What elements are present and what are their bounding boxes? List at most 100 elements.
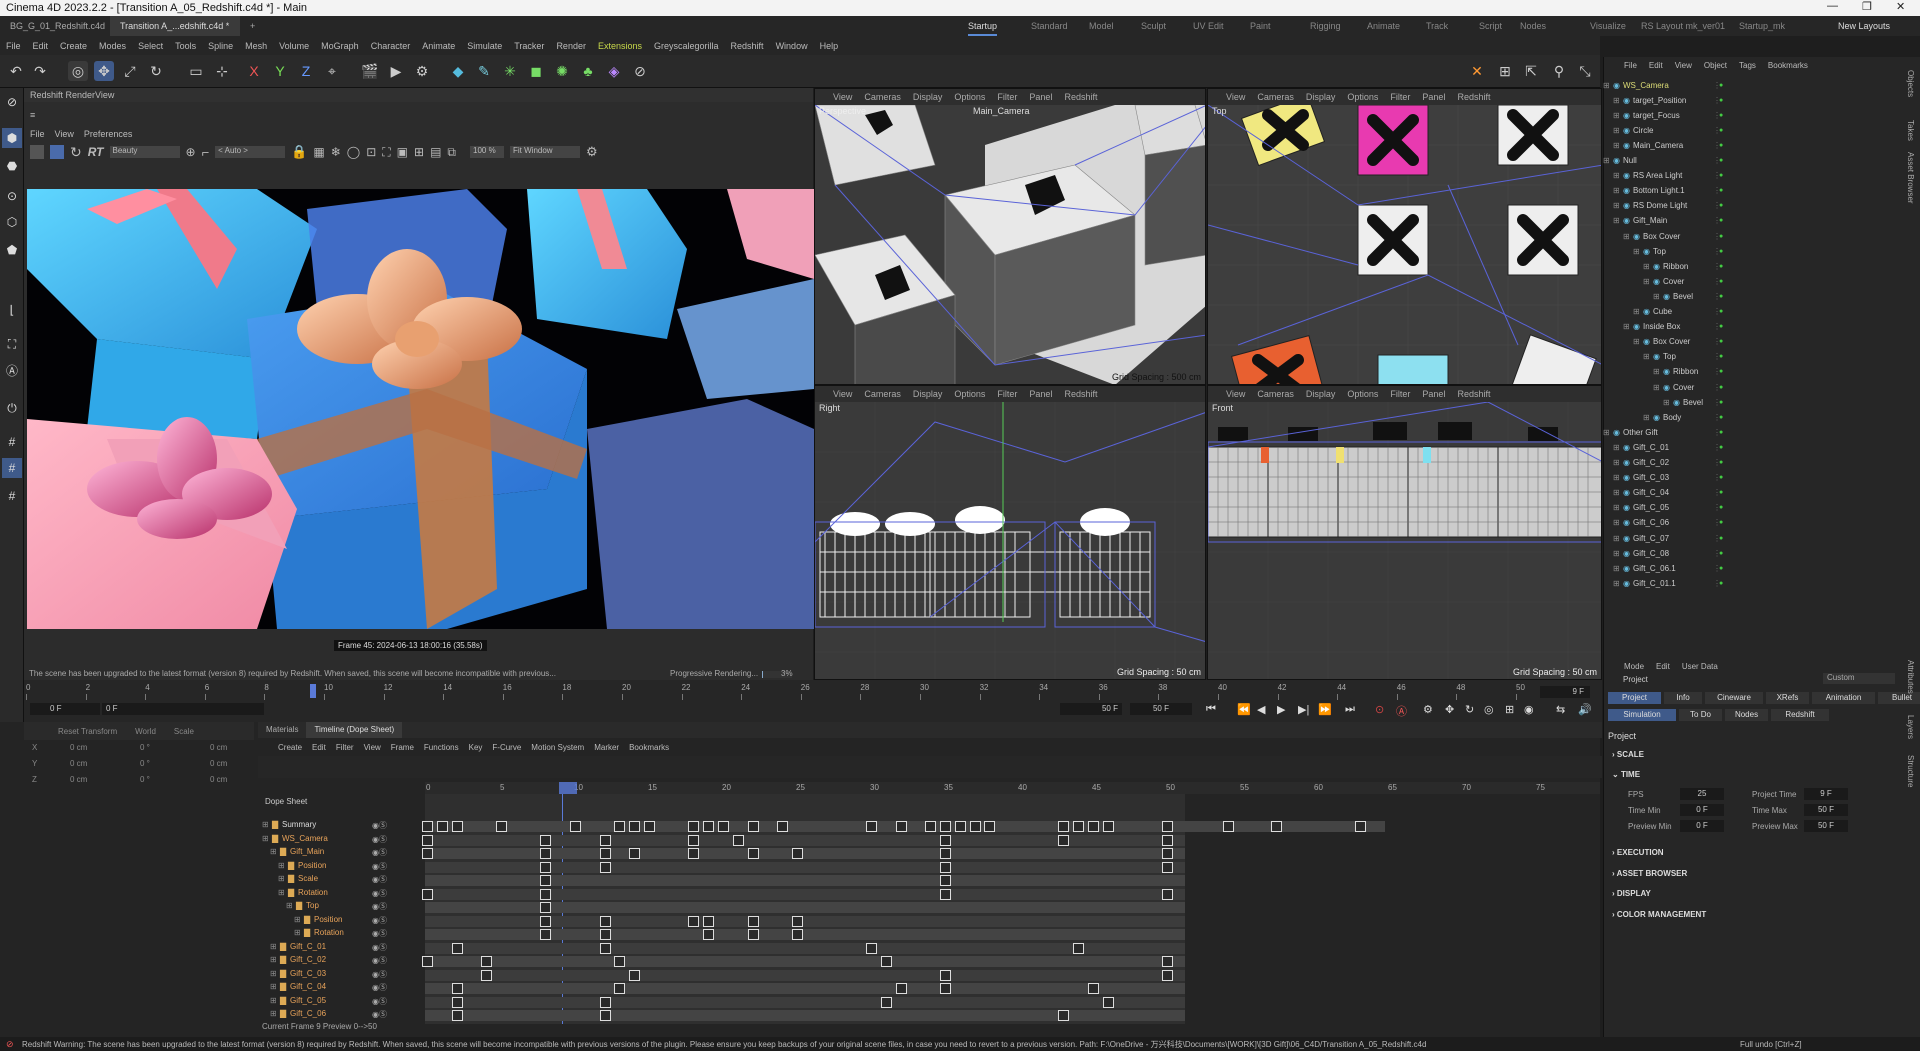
track-visibility-icon[interactable]: ◉Ⓢ (372, 996, 387, 1007)
coord-field[interactable]: 0 ° (140, 775, 150, 784)
viewport-menu-view[interactable]: View (1226, 92, 1245, 102)
om-menu-file[interactable]: File (1624, 61, 1637, 70)
layout-tab-1[interactable]: Standard (1031, 16, 1068, 36)
menu-file[interactable]: File (0, 41, 27, 51)
menu-spline[interactable]: Spline (202, 41, 239, 51)
rv-settings-icon[interactable]: ⚙ (586, 144, 598, 160)
coord-field[interactable]: 0 cm (210, 759, 227, 768)
track-expand-icon[interactable]: ⊞ (262, 820, 269, 829)
keyframe[interactable] (451, 942, 463, 954)
keyframe[interactable] (599, 915, 611, 927)
sound-icon[interactable]: 🔊 (1578, 703, 1592, 716)
track-visibility-icon[interactable]: ◉Ⓢ (372, 861, 387, 872)
object-row[interactable]: ⊞ ◉ Cover ⋮ ● (1603, 274, 1920, 288)
reset-transform-button[interactable]: Reset Transform (58, 727, 117, 736)
visibility-dots-icon[interactable]: ● (1719, 338, 1723, 345)
dopesheet-track[interactable]: ⊞ ▇ Gift_C_05 ◉Ⓢ (262, 996, 1185, 1009)
layout-tab-10[interactable]: Nodes (1520, 16, 1546, 36)
dopesheet-track[interactable]: ⊞ ▇ Rotation ◉Ⓢ (262, 888, 1185, 901)
visibility-dots-icon[interactable]: ● (1719, 489, 1723, 496)
viewport-right[interactable]: View Cameras Display Options Filter Panel Reds… (814, 385, 1206, 680)
track-visibility-icon[interactable]: ◉Ⓢ (372, 942, 387, 953)
keyframe[interactable] (629, 969, 641, 981)
object-row[interactable]: ⊞ ◉ RS Area Light ⋮ ● (1603, 169, 1920, 183)
expand-toggle-icon[interactable]: ⊞ (1613, 141, 1620, 150)
keyframe[interactable] (732, 834, 744, 846)
om-menu-bookmarks[interactable]: Bookmarks (1768, 61, 1808, 70)
ds-menu-create[interactable]: Create (278, 743, 302, 752)
visibility-dots-icon[interactable]: ● (1719, 565, 1723, 572)
keyframe[interactable] (599, 1010, 611, 1021)
track-expand-icon[interactable]: ⊞ (270, 847, 277, 856)
coord-field[interactable]: 0 ° (140, 759, 150, 768)
object-row[interactable]: ⊞ ◉ Gift_C_06.1 ⋮ ● (1603, 561, 1920, 575)
visibility-dots-icon[interactable]: ● (1719, 444, 1723, 451)
expand-toggle-icon[interactable]: ⊞ (1603, 156, 1610, 165)
keyframe[interactable] (895, 983, 907, 994)
motion-icon[interactable]: ◉ (1524, 703, 1534, 716)
rv-crop-icon[interactable]: ⌐ (202, 145, 210, 160)
attr-section[interactable]: › SCALE (1612, 750, 1644, 759)
viewport-menu-filter[interactable]: Filter (997, 92, 1017, 102)
object-row[interactable]: ⊞ ◉ Gift_C_02 ⋮ ● (1603, 456, 1920, 470)
side-tab[interactable]: Takes (1906, 120, 1915, 141)
keyframe[interactable] (422, 848, 433, 859)
dopesheet-track[interactable]: ⊞ ▇ Gift_C_02 ◉Ⓢ (262, 955, 1185, 968)
visibility-dots-icon[interactable]: ● (1719, 399, 1723, 406)
keyframe[interactable] (629, 848, 641, 859)
expand-toggle-icon[interactable]: ⊞ (1613, 564, 1620, 573)
side-tab[interactable]: Attributes (1906, 660, 1915, 694)
move-key-icon[interactable]: ✥ (1445, 703, 1454, 716)
keyframe[interactable] (688, 834, 700, 846)
attr-menu-user-data[interactable]: User Data (1682, 662, 1718, 671)
keyframe[interactable] (747, 848, 759, 859)
track-expand-icon[interactable]: ⊞ (278, 888, 285, 897)
visibility-dots-icon[interactable]: ● (1719, 384, 1723, 391)
menu-window[interactable]: Window (770, 41, 814, 51)
viewport-menu-display[interactable]: Display (1306, 92, 1336, 102)
rv-sphere-icon[interactable]: ◯ (347, 145, 360, 159)
layout-tab-11[interactable]: Visualize (1590, 16, 1626, 36)
object-row[interactable]: ⊞ ◉ Cube ⋮ ● (1603, 305, 1920, 319)
keyframe[interactable] (1102, 821, 1114, 832)
dopesheet-track[interactable]: ⊞ ▇ Summary ◉Ⓢ (262, 820, 1385, 833)
fps-field[interactable]: 25 (1680, 788, 1724, 800)
expand-toggle-icon[interactable]: ⊞ (1613, 518, 1620, 527)
dopesheet-track[interactable]: ⊞ ▇ Gift_C_06 ◉Ⓢ (262, 1009, 1185, 1022)
menu-tools[interactable]: Tools (169, 41, 202, 51)
keyframe[interactable] (703, 929, 715, 940)
coord-world-select[interactable]: World (135, 727, 156, 736)
expand-toggle-icon[interactable]: ⊞ (1613, 443, 1620, 452)
viewport-menu-display[interactable]: Display (913, 389, 943, 399)
param-key-icon[interactable]: ◎ (1484, 703, 1494, 716)
keyframe[interactable] (925, 821, 937, 832)
viewport-perspective[interactable]: View Cameras Display Options Filter Panel Reds… (814, 88, 1206, 385)
attr-tab-animation[interactable]: Animation (1812, 692, 1875, 704)
attr-subtab-redshift[interactable]: Redshift (1771, 709, 1829, 721)
model-mode-icon[interactable]: ⬢ (2, 128, 22, 148)
move-icon[interactable]: ✥ (94, 61, 114, 81)
keyframe[interactable] (984, 821, 996, 832)
attr-tab-info[interactable]: Info (1664, 692, 1702, 704)
expand-toggle-icon[interactable]: ⊞ (1643, 413, 1650, 422)
viewport-menu-cameras[interactable]: Cameras (864, 389, 901, 399)
snap-settings-icon[interactable]: ✕ (1467, 61, 1487, 81)
object-row[interactable]: ⊞ ◉ Bevel ⋮ ● (1603, 395, 1920, 409)
minimize-icon[interactable]: — (1827, 0, 1838, 12)
locked-workplane-icon[interactable]: # (2, 486, 22, 506)
layout-tab-8[interactable]: Track (1426, 16, 1448, 36)
edges-mode-icon[interactable]: ⬡ (2, 212, 22, 232)
expand-toggle-icon[interactable]: ⊞ (1663, 398, 1670, 407)
keyframe[interactable] (703, 915, 715, 927)
side-tab[interactable]: Asset Browser (1906, 152, 1915, 204)
rv-grid-icon[interactable]: ▦ (313, 145, 324, 159)
visibility-dots-icon[interactable]: ● (1719, 519, 1723, 526)
keyframe[interactable] (599, 834, 611, 846)
keyframe[interactable] (880, 996, 892, 1008)
expand-toggle-icon[interactable]: ⊞ (1613, 503, 1620, 512)
expand-toggle-icon[interactable]: ⊞ (1633, 307, 1640, 316)
visibility-dots-icon[interactable]: ● (1719, 202, 1723, 209)
dopesheet-track[interactable]: ⊞ ▇ Rotation ◉Ⓢ (262, 928, 1185, 941)
keyframe[interactable] (599, 942, 611, 954)
y-axis-icon[interactable]: Y (270, 61, 290, 81)
